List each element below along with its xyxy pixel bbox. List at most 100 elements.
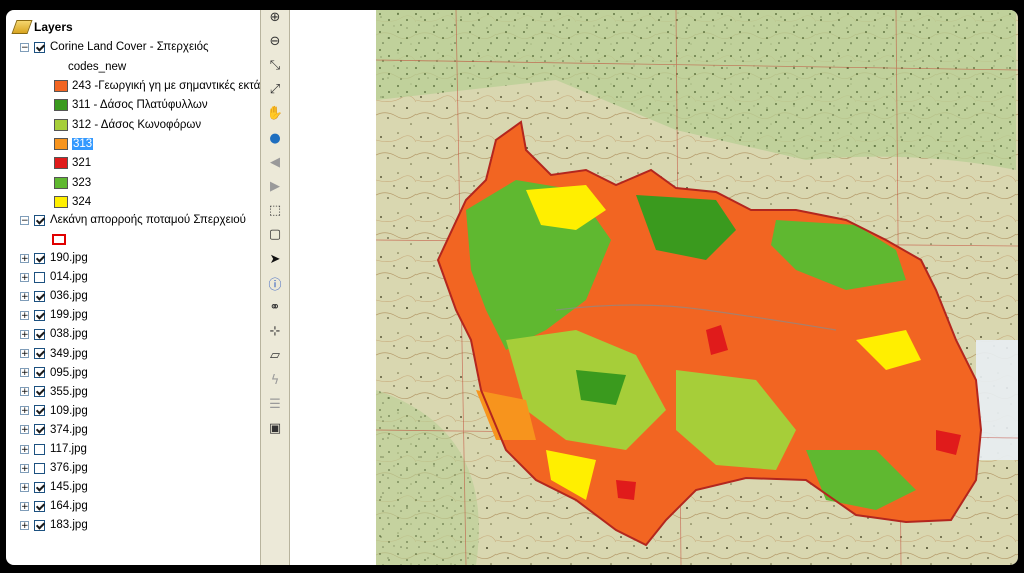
basin-symbol[interactable] bbox=[52, 230, 66, 248]
layer-visibility-checkbox[interactable] bbox=[34, 271, 45, 283]
layer-basin[interactable]: − Λεκάνη απορροής ποταμού Σπερχειού bbox=[20, 211, 246, 229]
expand-icon[interactable]: + bbox=[20, 387, 29, 397]
field-label: codes_new bbox=[68, 61, 127, 73]
layer-visibility-checkbox[interactable] bbox=[34, 386, 45, 398]
polygon-outline-symbol bbox=[52, 233, 66, 245]
expand-icon[interactable]: + bbox=[20, 272, 29, 282]
pan-hand-icon[interactable]: ✋ bbox=[266, 105, 284, 123]
fixed-zoom-in-icon[interactable]: ⤡ bbox=[266, 56, 284, 74]
image-layer-name: 014.jpg bbox=[50, 271, 88, 284]
layer-visibility-checkbox[interactable] bbox=[34, 328, 45, 340]
zoom-in-icon[interactable]: ⊕ bbox=[266, 10, 284, 26]
layer-visibility-checkbox[interactable] bbox=[34, 367, 45, 379]
legend-item[interactable]: 324 bbox=[54, 193, 91, 211]
legend-label: 323 bbox=[72, 176, 92, 189]
identify-icon[interactable]: ⓘ bbox=[266, 274, 284, 293]
zoom-out-icon[interactable]: ⊖ bbox=[266, 32, 284, 50]
expand-icon[interactable]: + bbox=[20, 329, 29, 339]
image-layer-7[interactable]: +355.jpg bbox=[20, 383, 88, 401]
legend-color-swatch bbox=[54, 195, 68, 208]
app-window: Layers − Corine Land Cover - Σπερχειός c… bbox=[6, 10, 1018, 565]
image-layer-10[interactable]: +117.jpg bbox=[20, 440, 87, 458]
image-layer-3[interactable]: +199.jpg bbox=[20, 306, 88, 324]
layer-visibility-checkbox[interactable] bbox=[34, 481, 45, 493]
measure-icon[interactable]: ⏥ bbox=[266, 347, 284, 365]
image-layer-name: 355.jpg bbox=[50, 385, 88, 398]
forward-arrow-icon[interactable]: ▶ bbox=[266, 177, 284, 195]
image-layer-12[interactable]: +145.jpg bbox=[20, 478, 88, 496]
legend-field-name: codes_new bbox=[68, 58, 126, 76]
image-layer-14[interactable]: +183.jpg bbox=[20, 516, 88, 534]
legend-item[interactable]: 323 bbox=[54, 174, 91, 192]
legend-label: 311 - Δάσος Πλατύφυλλων bbox=[72, 99, 208, 112]
image-layer-6[interactable]: +095.jpg bbox=[20, 364, 88, 382]
layer-visibility-checkbox[interactable] bbox=[34, 348, 45, 359]
image-layer-4[interactable]: +038.jpg bbox=[20, 325, 88, 343]
image-layer-8[interactable]: +109.jpg bbox=[20, 402, 88, 420]
pointer-icon[interactable]: ➤ bbox=[266, 250, 284, 268]
collapse-icon[interactable]: − bbox=[20, 42, 29, 52]
expand-icon[interactable]: + bbox=[20, 349, 29, 359]
layers-icon bbox=[11, 20, 33, 34]
image-layer-1[interactable]: +014.jpg bbox=[20, 268, 88, 286]
map-tips-icon[interactable]: ▣ bbox=[266, 419, 284, 437]
map-view[interactable] bbox=[375, 10, 1018, 565]
legend-item[interactable]: 312 - Δάσος Κωνοφόρων bbox=[54, 116, 201, 134]
layer-name: Corine Land Cover - Σπερχειός bbox=[50, 41, 209, 53]
legend-item[interactable]: 313 bbox=[54, 135, 94, 153]
image-layer-0[interactable]: +190.jpg bbox=[20, 249, 88, 267]
select-features-icon[interactable]: ⬚ bbox=[266, 202, 284, 220]
go-to-xy-icon[interactable]: ⊹ bbox=[266, 323, 284, 341]
expand-icon[interactable]: + bbox=[20, 253, 29, 263]
expand-icon[interactable]: + bbox=[20, 406, 29, 416]
layer-visibility-checkbox[interactable] bbox=[34, 519, 45, 531]
find-binoculars-icon[interactable]: ⚭ bbox=[266, 298, 284, 316]
layer-visibility-checkbox[interactable] bbox=[34, 309, 45, 321]
image-layer-name: 036.jpg bbox=[50, 290, 88, 303]
layer-visibility-checkbox[interactable] bbox=[34, 500, 45, 512]
hyperlink-icon[interactable]: ϟ bbox=[266, 371, 284, 389]
expand-icon[interactable]: + bbox=[20, 501, 29, 511]
layer-visibility-checkbox[interactable] bbox=[34, 424, 45, 436]
layer-visibility-checkbox[interactable] bbox=[34, 443, 45, 455]
expand-icon[interactable]: + bbox=[20, 291, 29, 301]
layers-header[interactable]: Layers bbox=[11, 20, 73, 34]
legend-label: 312 - Δάσος Κωνοφόρων bbox=[72, 118, 202, 131]
expand-icon[interactable]: + bbox=[20, 520, 29, 530]
fixed-zoom-out-icon[interactable]: ⤢ bbox=[266, 81, 284, 99]
image-layer-5[interactable]: +349.jpg bbox=[20, 345, 88, 363]
layer-visibility-checkbox[interactable] bbox=[34, 290, 45, 302]
expand-icon[interactable]: + bbox=[20, 368, 29, 378]
layer-visibility-checkbox[interactable] bbox=[34, 462, 45, 474]
legend-color-swatch bbox=[54, 137, 68, 150]
image-layer-name: 376.jpg bbox=[50, 462, 88, 475]
image-layer-name: 374.jpg bbox=[50, 423, 88, 436]
legend-item[interactable]: 321 bbox=[54, 154, 91, 172]
table-of-contents: Layers − Corine Land Cover - Σπερχειός c… bbox=[6, 10, 275, 565]
layer-visibility-checkbox[interactable] bbox=[34, 405, 45, 417]
expand-icon[interactable]: + bbox=[20, 482, 29, 492]
legend-item[interactable]: 243 -Γεωργική γη με σημαντικές εκτάσει bbox=[54, 77, 275, 95]
expand-icon[interactable]: + bbox=[20, 310, 29, 320]
legend-color-swatch bbox=[54, 118, 68, 131]
image-layer-11[interactable]: +376.jpg bbox=[20, 459, 88, 477]
image-layer-name: 038.jpg bbox=[50, 328, 88, 341]
image-layer-2[interactable]: +036.jpg bbox=[20, 287, 88, 305]
clear-selection-icon[interactable]: ▢ bbox=[266, 226, 284, 244]
layer-visibility-checkbox[interactable] bbox=[34, 41, 45, 53]
expand-icon[interactable]: + bbox=[20, 444, 29, 454]
layer-corine[interactable]: − Corine Land Cover - Σπερχειός bbox=[20, 38, 209, 56]
globe-full-extent-icon[interactable]: ● bbox=[266, 129, 284, 147]
image-layer-name: 145.jpg bbox=[50, 481, 88, 494]
collapse-icon[interactable]: − bbox=[20, 215, 29, 225]
html-popup-icon[interactable]: ☰ bbox=[266, 395, 284, 413]
expand-icon[interactable]: + bbox=[20, 425, 29, 435]
expand-icon[interactable]: + bbox=[20, 463, 29, 473]
layer-visibility-checkbox[interactable] bbox=[34, 252, 45, 264]
image-layer-9[interactable]: +374.jpg bbox=[20, 421, 88, 439]
back-arrow-icon[interactable]: ◀ bbox=[266, 153, 284, 171]
legend-item[interactable]: 311 - Δάσος Πλατύφυλλων bbox=[54, 96, 208, 114]
layer-visibility-checkbox[interactable] bbox=[34, 214, 45, 226]
image-layer-13[interactable]: +164.jpg bbox=[20, 497, 88, 515]
legend-label: 313 bbox=[72, 137, 94, 150]
